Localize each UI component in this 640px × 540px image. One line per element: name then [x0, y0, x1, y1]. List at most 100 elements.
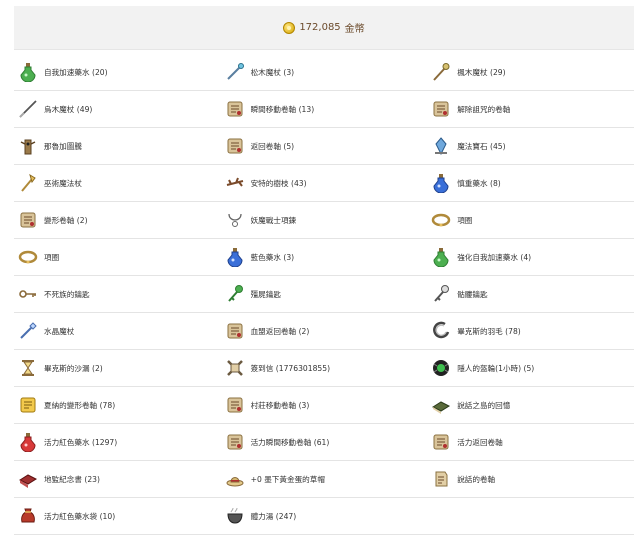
inventory-item[interactable]: 活力返回卷軸 [427, 424, 634, 460]
inventory-item[interactable]: +0 墨下黃金蛋的草帽 [221, 461, 428, 497]
item-label: 說話之島的回憶 [457, 400, 511, 410]
item-row: 夏納的變形卷軸 (78) 村莊移動卷軸 (3) 說話之島的回憶 [14, 387, 634, 424]
paper-scroll-icon [431, 469, 451, 489]
gold-currency-label: 金幣 [344, 24, 365, 35]
inventory-item[interactable]: 變形卷軸 (2) [14, 202, 221, 238]
inventory-item[interactable]: 簽到信 (1776301855) [221, 350, 428, 386]
collar-icon [18, 247, 38, 267]
inventory-item[interactable]: 殭屍鑰匙 [221, 276, 428, 312]
inventory-item[interactable]: 畢克斯的羽毛 (78) [427, 313, 634, 349]
item-row: 巫術魔法杖 安特的樹枝 (43) 慎重藥水 (8) [14, 165, 634, 202]
item-label: 魔法寶石 (45) [457, 141, 506, 151]
inventory-item[interactable]: 解除詛咒的卷軸 [427, 91, 634, 127]
gold-amount: 172,085 [299, 22, 341, 33]
item-label: 畢克斯的羽毛 (78) [457, 326, 521, 336]
inventory-item[interactable]: 骷髏鑰匙 [427, 276, 634, 312]
item-label: 楓木魔杖 (29) [457, 67, 506, 77]
item-row: 烏木魔杖 (49) 瞬間移動卷軸 (13) 解除詛咒的卷軸 [14, 91, 634, 128]
inventory-item[interactable]: 返回卷軸 (5) [221, 128, 428, 164]
item-label: 不死族的鑰匙 [44, 289, 90, 299]
item-label: 畢克斯的沙漏 (2) [44, 363, 103, 373]
scroll-icon [225, 432, 245, 452]
scroll-icon [225, 99, 245, 119]
ebony-wand-icon [18, 99, 38, 119]
item-label: 體力湯 (247) [250, 511, 297, 521]
wand-icon [225, 62, 245, 82]
item-label: 簽到信 (1776301855) [250, 363, 331, 373]
item-grid: 自我加速藥水 (20) 松木魔杖 (3) 楓木魔杖 (29) 烏木魔杖 (49) 瞬間移… [14, 50, 634, 535]
inventory-item[interactable]: 村莊移動卷軸 (3) [221, 387, 428, 423]
item-row: 活力紅色藥水 (1297) 活力瞬間移動卷軸 (61) 活力返回卷軸 [14, 424, 634, 461]
red-book-icon [18, 469, 38, 489]
inventory-item[interactable]: 地監紀念書 (23) [14, 461, 221, 497]
item-label: 活力紅色藥水 (1297) [44, 437, 118, 447]
inventory-item[interactable]: 隱人的盔輪(1小時) (5) [427, 350, 634, 386]
item-label: 變形卷軸 (2) [44, 215, 88, 225]
item-label: 自我加速藥水 (20) [44, 67, 108, 77]
item-label: 返回卷軸 (5) [250, 141, 295, 151]
green-key-icon [225, 284, 245, 304]
inventory-item[interactable]: 妖魔戰士項鍊 [221, 202, 428, 238]
item-label: 說話的卷軸 [457, 474, 496, 484]
item-label: 烏木魔杖 (49) [44, 104, 93, 114]
inventory-panel: 172,085 金幣 自我加速藥水 (20) 松木魔杖 (3) 楓木魔杖 (29) 烏… [14, 6, 634, 535]
item-row: 不死族的鑰匙 殭屍鑰匙 骷髏鑰匙 [14, 276, 634, 313]
item-label: +0 墨下黃金蛋的草帽 [250, 474, 325, 484]
inventory-item[interactable]: 不死族的鑰匙 [14, 276, 221, 312]
gold-scroll-icon [18, 395, 38, 415]
item-label: 項圈 [457, 215, 473, 225]
inventory-item[interactable]: 活力瞬間移動卷軸 (61) [221, 424, 428, 460]
item-label: 項圈 [44, 252, 60, 262]
inventory-item[interactable]: 項圈 [427, 202, 634, 238]
inventory-item[interactable]: 活力紅色藥水 (1297) [14, 424, 221, 460]
inventory-item[interactable]: 夏納的變形卷軸 (78) [14, 387, 221, 423]
red-potion-icon [18, 432, 38, 452]
inventory-item[interactable]: 巫術魔法杖 [14, 165, 221, 201]
straw-hat-icon [225, 469, 245, 489]
scroll-icon [225, 395, 245, 415]
item-row: 自我加速藥水 (20) 松木魔杖 (3) 楓木魔杖 (29) [14, 54, 634, 91]
inventory-item[interactable]: 強化自我加速藥水 (4) [427, 239, 634, 275]
item-label: 村莊移動卷軸 (3) [250, 400, 310, 410]
inventory-item[interactable]: 魔法寶石 (45) [427, 128, 634, 164]
inventory-item[interactable]: 慎重藥水 (8) [427, 165, 634, 201]
item-label: 活力紅色藥水袋 (10) [44, 511, 116, 521]
book-icon [431, 395, 451, 415]
item-row: 那魯加圖騰 返回卷軸 (5) 魔法寶石 (45) [14, 128, 634, 165]
inventory-item[interactable]: 松木魔杖 (3) [221, 54, 428, 90]
inventory-item[interactable]: 項圈 [14, 239, 221, 275]
inventory-item[interactable]: 瞬間移動卷軸 (13) [221, 91, 428, 127]
scroll-icon [431, 99, 451, 119]
inventory-item[interactable]: 體力湯 (247) [221, 498, 428, 534]
inventory-item[interactable]: 藍色藥水 (3) [221, 239, 428, 275]
item-label: 水晶魔杖 [44, 326, 75, 336]
item-label: 巫術魔法杖 [44, 178, 82, 188]
item-label: 隱人的盔輪(1小時) (5) [457, 363, 535, 373]
inventory-item[interactable]: 活力紅色藥水袋 (10) [14, 498, 221, 534]
sorcery-staff-icon [18, 173, 38, 193]
item-label: 夏納的變形卷軸 (78) [44, 400, 116, 410]
inventory-item[interactable]: 說話之島的回憶 [427, 387, 634, 423]
inventory-item[interactable]: 血盟返回卷軸 (2) [221, 313, 428, 349]
soup-icon [225, 506, 245, 526]
inventory-item[interactable]: 說話的卷軸 [427, 461, 634, 497]
totem-icon [18, 136, 38, 156]
inventory-item[interactable]: 楓木魔杖 (29) [427, 54, 634, 90]
skull-key-icon [431, 284, 451, 304]
scroll-icon [18, 210, 38, 230]
inventory-item[interactable]: 畢克斯的沙漏 (2) [14, 350, 221, 386]
necklace-icon [225, 210, 245, 230]
inventory-item[interactable]: 那魯加圖騰 [14, 128, 221, 164]
feather-icon [431, 321, 451, 341]
key-icon [18, 284, 38, 304]
inventory-item[interactable]: 安特的樹枝 (43) [221, 165, 428, 201]
inventory-item[interactable]: 水晶魔杖 [14, 313, 221, 349]
branch-icon [225, 173, 245, 193]
inventory-item[interactable]: 烏木魔杖 (49) [14, 91, 221, 127]
gold-header: 172,085 金幣 [14, 6, 634, 50]
item-row: 畢克斯的沙漏 (2) 簽到信 (1776301855) 隱人的盔輪(1小時) (5) [14, 350, 634, 387]
item-label: 殭屍鑰匙 [250, 289, 281, 299]
item-label: 安特的樹枝 (43) [250, 178, 307, 188]
staff-icon [431, 62, 451, 82]
inventory-item[interactable]: 自我加速藥水 (20) [14, 54, 221, 90]
